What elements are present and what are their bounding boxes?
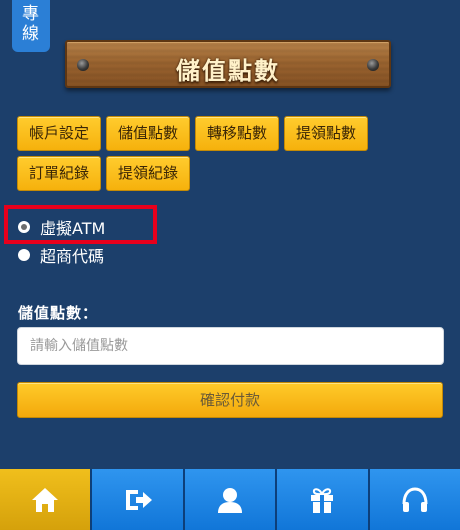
nav-customer-service[interactable] bbox=[369, 469, 460, 530]
nav-home[interactable] bbox=[0, 469, 93, 530]
amount-label: 儲值點數： bbox=[18, 304, 99, 322]
menu-row: 訂單紀錄 提領紀錄 bbox=[17, 156, 397, 191]
payment-option-atm[interactable]: 虛擬ATM bbox=[18, 216, 105, 238]
topup-points-button[interactable]: 儲值點數 bbox=[106, 116, 191, 151]
home-icon bbox=[32, 487, 59, 512]
hotline-tab-line1: 專 bbox=[22, 4, 40, 24]
radio-checked-icon[interactable] bbox=[18, 221, 30, 233]
account-menu: 帳戶設定 儲值點數 轉移點數 提領點數 訂單紀錄 提領紀錄 bbox=[17, 116, 397, 196]
bottom-nav bbox=[0, 469, 460, 530]
payment-option-label: 虛擬ATM bbox=[40, 219, 106, 238]
page-title-sign: 儲值點數 bbox=[65, 40, 391, 88]
withdraw-history-button[interactable]: 提領紀錄 bbox=[106, 156, 191, 191]
hotline-tab-line2: 線 bbox=[22, 24, 40, 44]
nav-member[interactable] bbox=[184, 469, 278, 530]
user-icon bbox=[218, 487, 243, 513]
confirm-payment-button[interactable]: 確認付款 bbox=[17, 382, 443, 418]
headphones-icon bbox=[402, 486, 428, 512]
transfer-points-button[interactable]: 轉移點數 bbox=[195, 116, 280, 151]
nav-logout[interactable] bbox=[92, 469, 185, 530]
payment-option-label: 超商代碼 bbox=[40, 247, 105, 266]
page-title: 儲值點數 bbox=[176, 57, 280, 85]
hotline-tab[interactable]: 專 線 bbox=[12, 0, 50, 52]
logout-icon bbox=[125, 489, 152, 510]
gift-icon bbox=[311, 487, 334, 513]
radio-unchecked-icon[interactable] bbox=[18, 249, 30, 261]
withdraw-points-button[interactable]: 提領點數 bbox=[284, 116, 369, 151]
order-history-button[interactable]: 訂單紀錄 bbox=[17, 156, 102, 191]
nav-gift[interactable] bbox=[277, 469, 370, 530]
amount-input[interactable] bbox=[17, 327, 444, 365]
menu-row: 帳戶設定 儲值點數 轉移點數 提領點數 bbox=[17, 116, 397, 151]
page: 專 線 儲值點數 帳戶設定 儲值點數 轉移點數 提領點數 訂單紀錄 提領紀錄 虛… bbox=[0, 0, 460, 530]
payment-option-convenience-store[interactable]: 超商代碼 bbox=[18, 244, 104, 266]
account-settings-button[interactable]: 帳戶設定 bbox=[17, 116, 102, 151]
